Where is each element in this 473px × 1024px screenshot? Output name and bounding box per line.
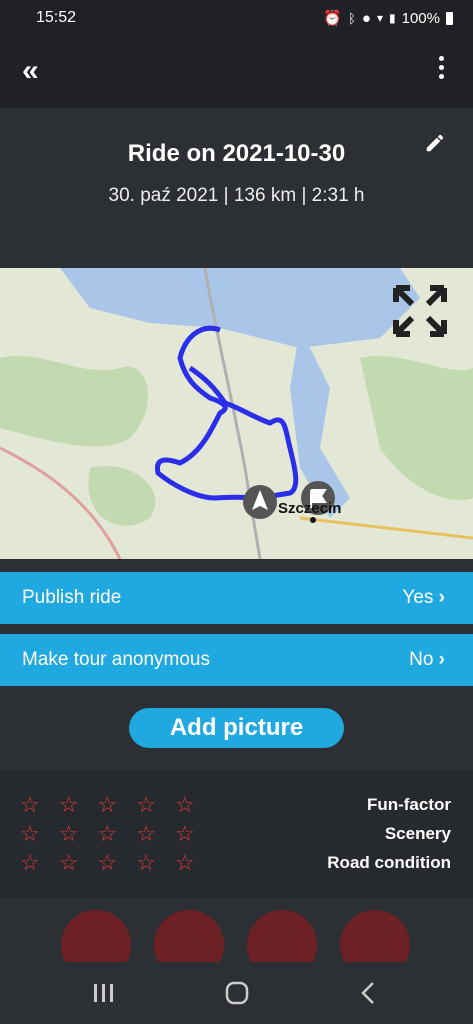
recent-apps-icon[interactable] [92, 982, 116, 1009]
edit-icon[interactable] [424, 132, 446, 159]
double-chevron-left-icon[interactable]: « [22, 56, 39, 86]
star-icon: ☆ [58, 850, 79, 875]
star-icon: ☆ [58, 821, 79, 846]
svg-text:Szczecin: Szczecin [278, 500, 341, 517]
wifi-icon: ▾ [376, 11, 384, 25]
road-condition-label: Road condition [327, 853, 451, 872]
back-icon[interactable] [360, 981, 376, 1010]
star-icon: ☆ [136, 850, 156, 875]
star-icon: ☆ [174, 821, 195, 846]
star-icon: ☆ [97, 792, 118, 817]
ratings-panel: ☆ ☆ ☆ ☆ ☆ Fun-factor ☆ ☆ ☆ ☆ ☆ Scenery ☆ ☆ ☆ ☆ ☆ Roa… [0, 770, 473, 898]
star-icon: ☆ [136, 821, 156, 846]
system-nav-bar [0, 962, 473, 1024]
app-bar: « [0, 36, 473, 108]
star-icon: ☆ [174, 850, 195, 875]
route-map[interactable]: Szczecin [0, 268, 473, 559]
scenery-label: Scenery [384, 824, 451, 843]
star-icon: ☆ [58, 792, 79, 817]
star-icon: ☆ [20, 821, 40, 846]
more-vertical-icon[interactable] [439, 56, 445, 83]
anonymous-label: Make tour anonymous [22, 649, 210, 670]
star-icon: ☆ [97, 821, 118, 846]
star-icon: ☆ [174, 792, 195, 817]
anonymous-value: No › [409, 649, 445, 670]
star-icon: ☆ [136, 792, 156, 817]
alarm-icon: ⏰ [323, 10, 343, 27]
scenery-stars[interactable]: ☆ ☆ ☆ ☆ ☆ [20, 823, 195, 845]
location-icon: ● [361, 9, 371, 27]
battery-level: 100% [401, 9, 440, 27]
fun-factor-stars[interactable]: ☆ ☆ ☆ ☆ ☆ [20, 794, 195, 816]
publish-ride-row[interactable]: Publish ride Yes › [0, 572, 473, 624]
battery-icon [446, 11, 453, 25]
bluetooth-icon: ᛒ [348, 10, 356, 26]
ride-summary: 30. paź 2021 | 136 km | 2:31 h [108, 185, 365, 206]
publish-ride-label: Publish ride [22, 587, 122, 608]
fun-factor-label: Fun-factor [366, 795, 451, 814]
anonymous-row[interactable]: Make tour anonymous No › [0, 634, 473, 686]
star-icon: ☆ [20, 792, 40, 817]
chevron-right-icon: › [438, 587, 445, 608]
publish-ride-value: Yes › [402, 587, 445, 608]
ride-title: Ride on 2021-10-30 [127, 140, 346, 167]
road-condition-stars[interactable]: ☆ ☆ ☆ ☆ ☆ [20, 852, 195, 874]
status-time: 15:52 [36, 9, 77, 26]
signal-icon: ▮ [389, 11, 396, 25]
home-icon[interactable] [225, 981, 249, 1010]
chevron-right-icon: › [438, 649, 445, 670]
star-icon: ☆ [20, 850, 40, 875]
add-picture-button[interactable]: Add picture [129, 708, 344, 748]
star-icon: ☆ [97, 850, 118, 875]
status-bar: 15:52 ⏰ ᛒ ● ▾ ▮ 100% [0, 0, 473, 36]
status-icons: ⏰ ᛒ ● ▾ ▮ 100% [323, 9, 453, 27]
